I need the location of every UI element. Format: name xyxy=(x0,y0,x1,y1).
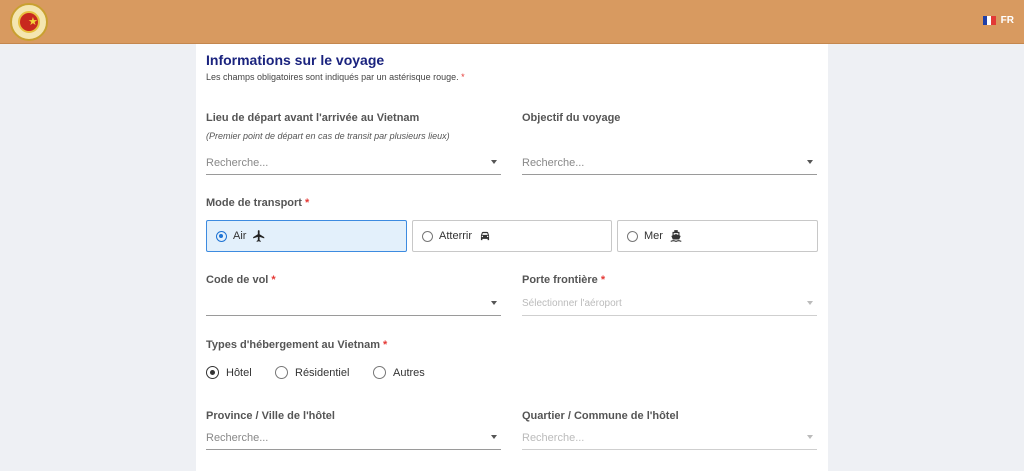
top-bar: ★ FR xyxy=(0,0,1024,44)
hotel-district-label: Quartier / Commune de l'hôtel xyxy=(522,410,679,422)
radio-unselected[interactable] xyxy=(422,230,433,242)
radio-unselected[interactable] xyxy=(627,230,638,242)
purpose-select[interactable]: Recherche... xyxy=(522,153,817,175)
france-flag-icon xyxy=(982,16,996,25)
radio-unselected[interactable] xyxy=(275,366,288,379)
language-selector[interactable]: FR xyxy=(982,15,1014,26)
accommodation-label: Types d'hébergement au Vietnam * xyxy=(206,339,388,351)
flight-code-select[interactable] xyxy=(206,294,501,316)
language-code: FR xyxy=(1000,15,1014,26)
caret-down-icon xyxy=(807,301,813,305)
transport-label: Mode de transport * xyxy=(206,197,310,209)
purpose-label: Objectif du voyage xyxy=(522,112,621,124)
caret-down-icon xyxy=(807,160,813,164)
travel-info-card: Informations sur le voyage Les champs ob… xyxy=(196,44,828,471)
transport-option-sea[interactable]: Mer xyxy=(617,220,818,252)
section-title: Informations sur le voyage xyxy=(206,52,385,68)
accommodation-option-other[interactable]: Autres xyxy=(373,366,425,379)
star-icon: ★ xyxy=(28,16,38,28)
border-gate-select[interactable]: Sélectionner l'aéroport xyxy=(522,294,817,316)
radio-selected[interactable] xyxy=(216,230,227,242)
hotel-province-select[interactable]: Recherche... xyxy=(206,428,501,450)
emblem-logo[interactable]: ★ xyxy=(10,3,48,41)
flight-code-label: Code de vol * xyxy=(206,274,276,286)
departure-select[interactable]: Recherche... xyxy=(206,153,501,175)
accommodation-option-hotel[interactable]: Hôtel xyxy=(206,366,252,379)
departure-help: (Premier point de départ en cas de trans… xyxy=(206,131,450,141)
departure-label: Lieu de départ avant l'arrivée au Vietna… xyxy=(206,112,420,124)
transport-option-land[interactable]: Atterrir xyxy=(412,220,612,252)
accommodation-option-residential[interactable]: Résidentiel xyxy=(275,366,349,379)
hotel-district-select[interactable]: Recherche... xyxy=(522,428,817,450)
required-note: Les champs obligatoires sont indiqués pa… xyxy=(206,72,465,82)
caret-down-icon xyxy=(491,301,497,305)
car-icon xyxy=(480,231,490,241)
caret-down-icon xyxy=(491,435,497,439)
ship-icon xyxy=(670,230,682,242)
hotel-province-label: Province / Ville de l'hôtel xyxy=(206,410,335,422)
radio-unselected[interactable] xyxy=(373,366,386,379)
radio-selected[interactable] xyxy=(206,366,219,379)
airplane-icon xyxy=(253,230,265,242)
transport-option-air[interactable]: Air xyxy=(206,220,407,252)
caret-down-icon xyxy=(807,435,813,439)
border-gate-label: Porte frontière * xyxy=(522,274,606,286)
caret-down-icon xyxy=(491,160,497,164)
